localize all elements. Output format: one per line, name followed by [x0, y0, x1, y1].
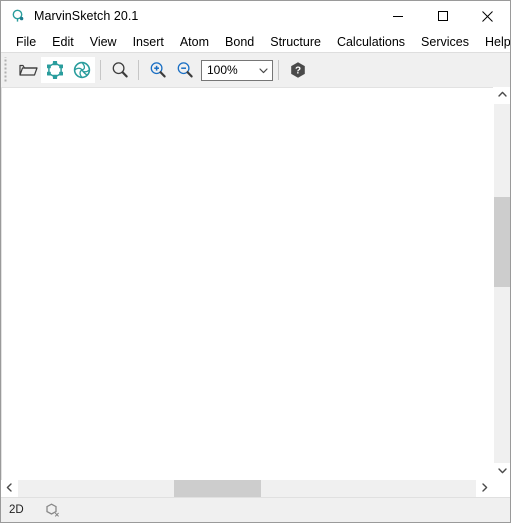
menu-item-edit[interactable]: Edit	[44, 32, 82, 52]
zoom-out-button[interactable]	[171, 57, 198, 83]
chevron-down-icon	[254, 65, 272, 76]
clean-3d-button[interactable]	[68, 57, 95, 83]
sketch-canvas[interactable]	[1, 87, 493, 480]
canvas-wrapper	[1, 87, 510, 497]
molecule-chirality-icon[interactable]	[45, 501, 63, 519]
open-button[interactable]	[14, 57, 41, 83]
zoom-in-button[interactable]	[144, 57, 171, 83]
vertical-scrollbar[interactable]	[493, 87, 510, 480]
scroll-down-button[interactable]	[494, 463, 510, 480]
horizontal-scroll-thumb[interactable]	[173, 480, 261, 497]
vertical-scroll-track[interactable]	[494, 104, 510, 463]
menu-item-services[interactable]: Services	[413, 32, 477, 52]
menu-item-atom[interactable]: Atom	[172, 32, 217, 52]
dimension-mode-label[interactable]: 2D	[9, 504, 24, 516]
scrollbar-corner	[493, 480, 510, 497]
menu-item-structure[interactable]: Structure	[262, 32, 329, 52]
molecule-icon	[10, 8, 26, 24]
scroll-up-button[interactable]	[494, 87, 510, 104]
statusbar: 2D	[1, 497, 510, 522]
window-controls	[375, 1, 510, 31]
toolbar-separator-1	[100, 60, 101, 80]
svg-text:?: ?	[294, 66, 300, 77]
zoom-level-value: 100%	[207, 63, 238, 77]
magnifier-icon	[110, 60, 130, 80]
menu-item-calculations[interactable]: Calculations	[329, 32, 413, 52]
zoom-level-select[interactable]: 100%	[201, 59, 273, 81]
menu-item-bond[interactable]: Bond	[217, 32, 262, 52]
window-title: MarvinSketch 20.1	[34, 9, 139, 23]
help-hexagon-icon: ?	[289, 61, 307, 79]
canvas-row	[1, 87, 510, 480]
clean-3d-molecule-icon	[72, 60, 92, 80]
zoom-out-icon	[175, 60, 195, 80]
clean-2d-molecule-icon	[45, 60, 65, 80]
help-button[interactable]: ?	[284, 57, 311, 83]
chevron-right-icon	[479, 480, 490, 498]
scroll-left-button[interactable]	[1, 480, 18, 497]
chevron-down-icon	[497, 463, 508, 481]
menu-item-file[interactable]: File	[8, 32, 44, 52]
horizontal-scrollbar[interactable]	[1, 480, 510, 497]
menu-item-view[interactable]: View	[82, 32, 125, 52]
open-folder-icon	[18, 60, 38, 80]
search-button[interactable]	[106, 57, 133, 83]
menu-item-insert[interactable]: Insert	[125, 32, 172, 52]
chevron-left-icon	[4, 480, 15, 498]
clean-2d-button[interactable]	[41, 57, 68, 83]
zoom-in-icon	[148, 60, 168, 80]
menubar: File Edit View Insert Atom Bond Structur…	[1, 31, 510, 53]
content-area	[1, 87, 510, 497]
toolbar-separator-3	[278, 60, 279, 80]
minimize-button[interactable]	[375, 1, 420, 31]
menu-item-help[interactable]: Help	[477, 32, 510, 52]
close-button[interactable]	[465, 1, 510, 31]
scroll-right-button[interactable]	[476, 480, 493, 497]
marvinsketch-window: MarvinSketch 20.1 File Edit View Insert …	[0, 0, 511, 523]
chevron-up-icon	[497, 87, 508, 105]
toolbar-grip-handle[interactable]	[3, 57, 12, 83]
vertical-scroll-thumb[interactable]	[494, 197, 510, 288]
horizontal-scroll-track[interactable]	[18, 480, 476, 497]
maximize-button[interactable]	[420, 1, 465, 31]
toolbar: 100% ?	[1, 53, 510, 87]
toolbar-separator-2	[138, 60, 139, 80]
titlebar: MarvinSketch 20.1	[1, 1, 510, 31]
